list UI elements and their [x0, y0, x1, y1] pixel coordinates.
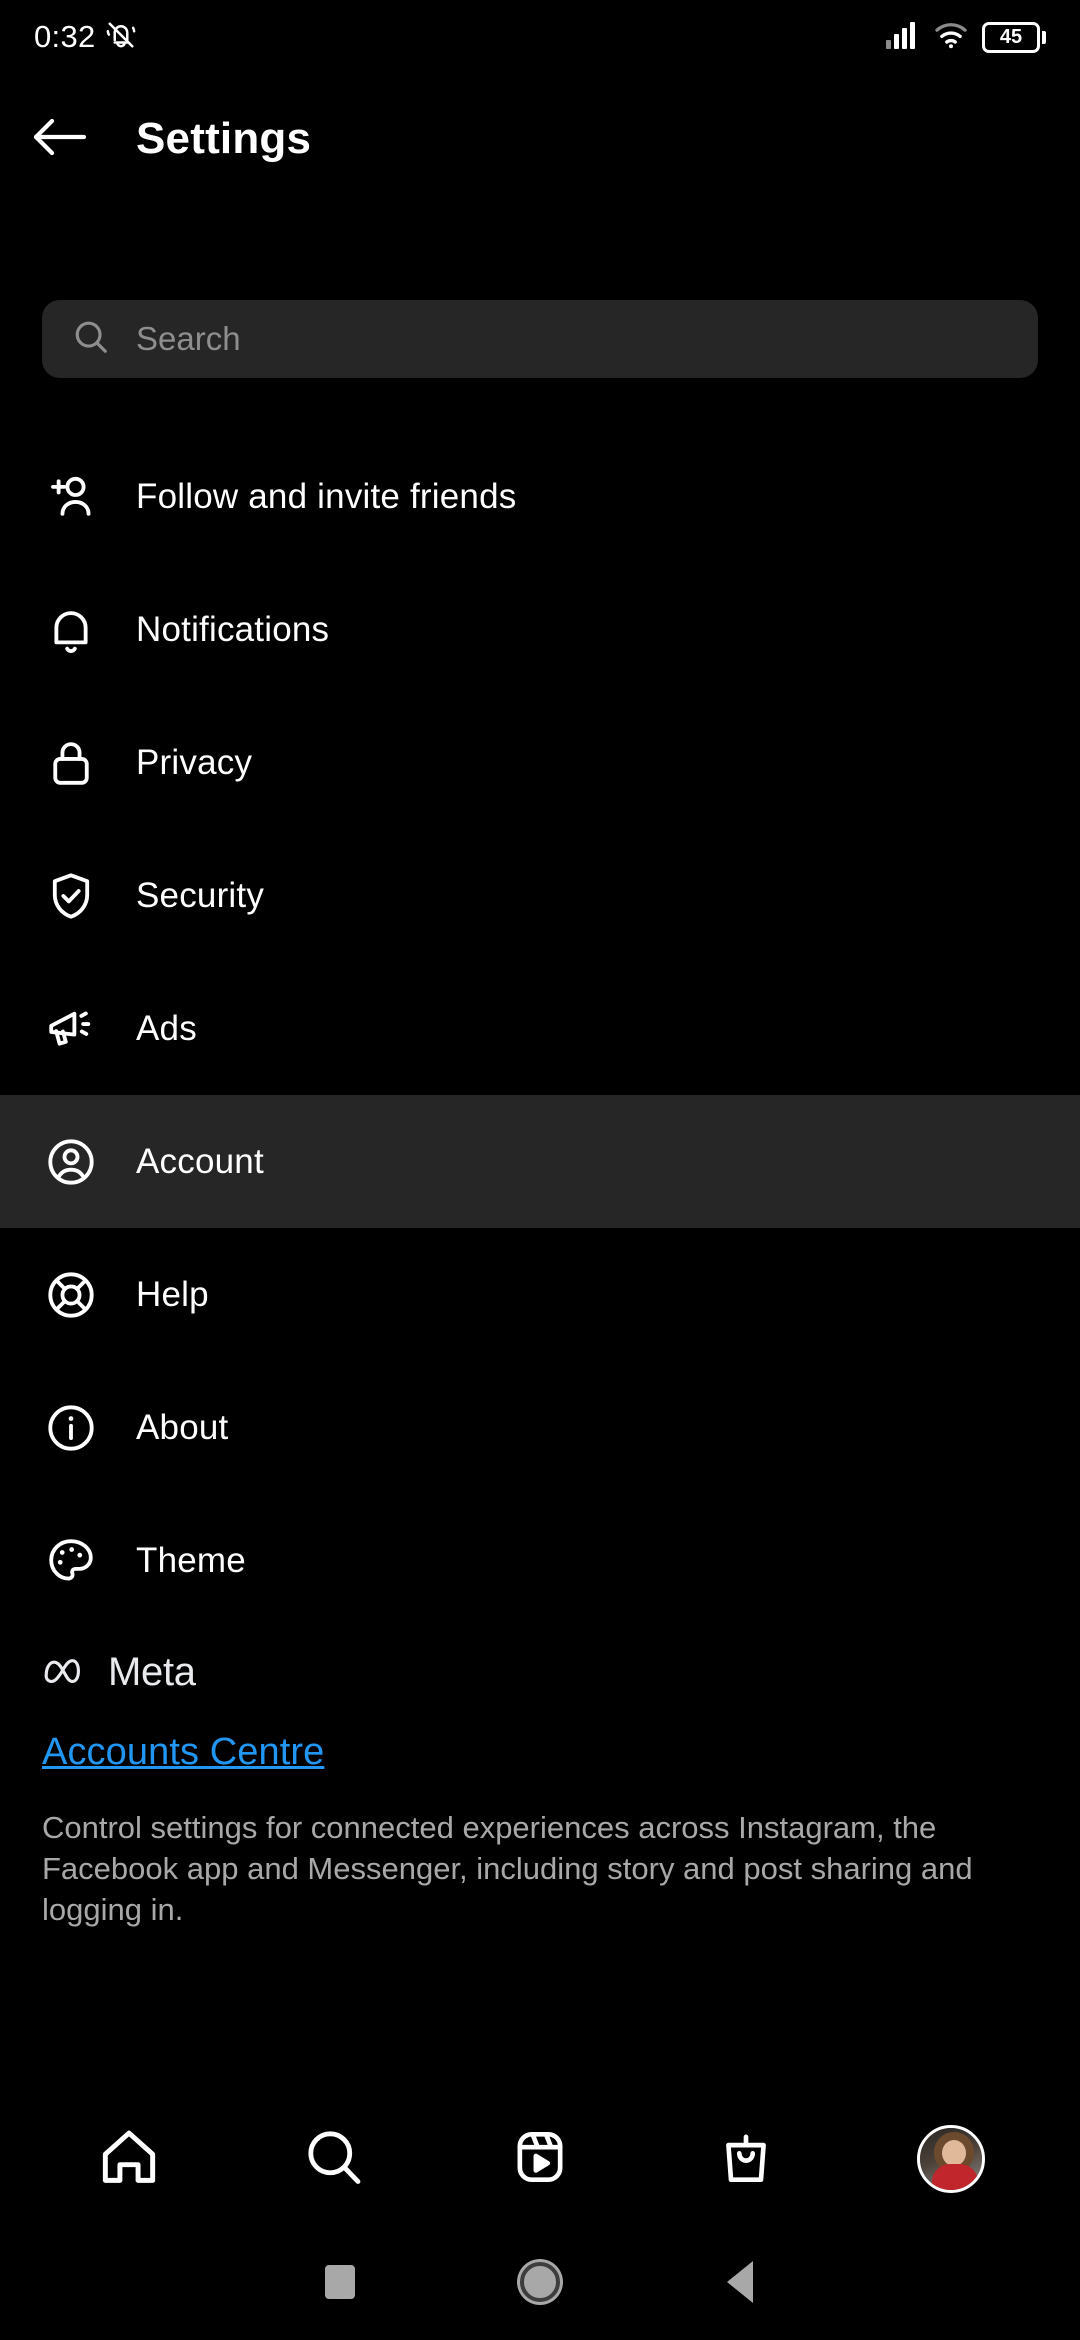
- meta-section: Meta Accounts Centre Control settings fo…: [42, 1650, 1042, 1931]
- settings-row-notifications[interactable]: Notifications: [0, 563, 1080, 696]
- lock-icon: [42, 734, 100, 792]
- palette-icon: [42, 1532, 100, 1590]
- accounts-centre-link[interactable]: Accounts Centre: [42, 1731, 1042, 1774]
- settings-row-security[interactable]: Security: [0, 829, 1080, 962]
- settings-row-label: Security: [136, 875, 265, 915]
- search-input[interactable]: Search: [136, 320, 241, 358]
- meta-brand: Meta: [42, 1650, 1042, 1695]
- bell-slash-vibrate-icon: [106, 19, 136, 56]
- settings-row-privacy[interactable]: Privacy: [0, 696, 1080, 829]
- page-title: Settings: [136, 114, 312, 163]
- android-recents-button[interactable]: [240, 2224, 440, 2340]
- settings-row-help[interactable]: Help: [0, 1228, 1080, 1361]
- profile-avatar: [917, 2125, 986, 2193]
- settings-row-ads[interactable]: Ads: [0, 962, 1080, 1095]
- search-bar[interactable]: Search: [42, 300, 1038, 378]
- settings-row-follow-and-invite-friends[interactable]: Follow and invite friends: [0, 430, 1080, 563]
- status-bar: 0:32 45: [0, 0, 1080, 74]
- meta-description: Control settings for connected experienc…: [42, 1810, 973, 1927]
- settings-row-theme[interactable]: Theme: [0, 1494, 1080, 1627]
- battery-body: 45: [982, 21, 1040, 53]
- bell-icon: [42, 601, 100, 659]
- person-plus-icon: [42, 468, 100, 526]
- avatar-face: [942, 2140, 967, 2166]
- back-arrow-icon: [32, 115, 88, 164]
- nav-home-button[interactable]: [74, 2104, 184, 2214]
- settings-row-label: About: [136, 1407, 229, 1447]
- meta-infinity-icon: [42, 1654, 94, 1691]
- status-clock: 0:32: [34, 19, 96, 54]
- nav-reels-button[interactable]: [485, 2104, 595, 2214]
- back-button[interactable]: [6, 85, 114, 193]
- megaphone-icon: [42, 1000, 100, 1058]
- search-box[interactable]: Search: [42, 300, 1038, 378]
- nav-profile-button[interactable]: [896, 2104, 1006, 2214]
- battery-cap: [1042, 30, 1046, 44]
- battery-level: 45: [999, 26, 1023, 48]
- cellular-signal-icon: [886, 21, 920, 54]
- settings-row-label: Account: [136, 1141, 264, 1181]
- android-home-button[interactable]: [440, 2224, 640, 2340]
- settings-row-about[interactable]: About: [0, 1361, 1080, 1494]
- settings-row-label: Privacy: [136, 742, 253, 782]
- life-ring-icon: [42, 1266, 100, 1324]
- settings-row-label: Help: [136, 1274, 209, 1314]
- home-icon: [96, 2124, 162, 2195]
- settings-row-label: Ads: [136, 1008, 197, 1048]
- wifi-icon: [934, 21, 968, 54]
- search-icon: [72, 318, 110, 361]
- settings-row-label: Notifications: [136, 609, 330, 649]
- android-back-button[interactable]: [640, 2224, 840, 2340]
- circle-icon: [520, 2262, 560, 2302]
- meta-wordmark: Meta: [108, 1650, 196, 1694]
- app-bar: Settings: [0, 74, 1080, 204]
- status-bar-left: 0:32: [34, 19, 136, 56]
- nav-search-button[interactable]: [279, 2104, 389, 2214]
- shopping-bag-icon: [715, 2126, 777, 2193]
- status-bar-right: 45: [886, 21, 1046, 54]
- settings-row-label: Theme: [136, 1540, 246, 1580]
- nav-shop-button[interactable]: [691, 2104, 801, 2214]
- avatar-body: [932, 2164, 979, 2190]
- square-icon: [325, 2265, 355, 2299]
- settings-row-account[interactable]: Account: [0, 1095, 1080, 1228]
- settings-screen: 0:32 45 Settings Search Follow and invit…: [0, 0, 1080, 2340]
- search-icon: [302, 2125, 366, 2194]
- bottom-navigation: [0, 2094, 1080, 2224]
- account-circle-icon: [42, 1133, 100, 1191]
- battery-indicator: 45: [982, 21, 1046, 53]
- settings-row-label: Follow and invite friends: [136, 476, 517, 516]
- triangle-back-icon: [727, 2261, 753, 2303]
- settings-list: Follow and invite friends Notifications …: [0, 430, 1080, 1627]
- shield-check-icon: [42, 867, 100, 925]
- reels-play-icon: [509, 2126, 571, 2193]
- info-circle-icon: [42, 1399, 100, 1457]
- android-navigation-bar: [0, 2224, 1080, 2340]
